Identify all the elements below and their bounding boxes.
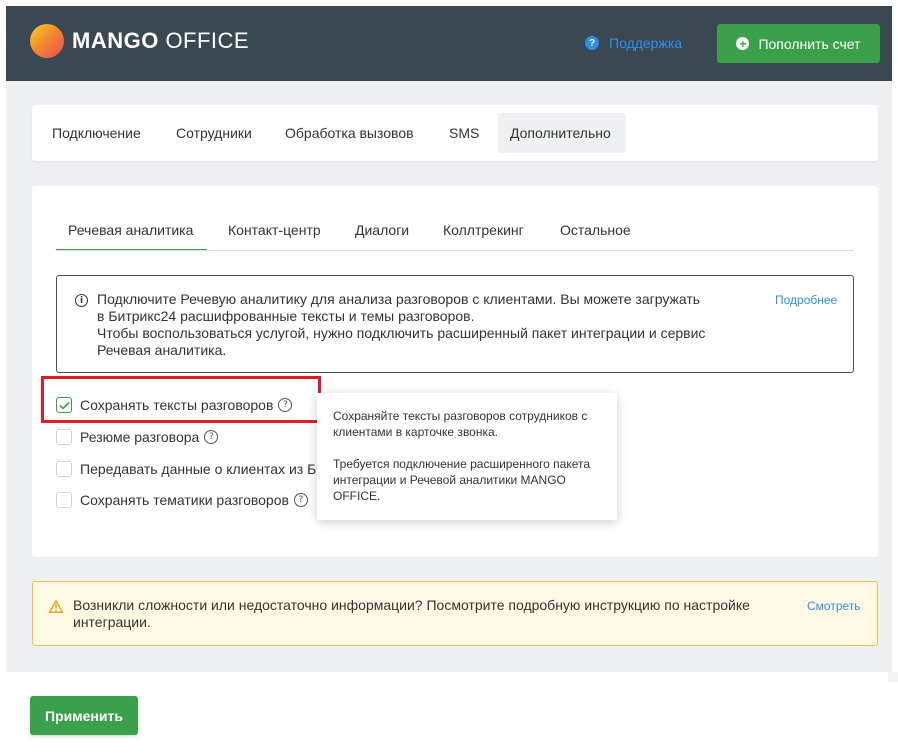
tab-call-processing[interactable]: Обработка вызовов xyxy=(273,113,426,153)
option-save-texts: Сохранять тексты разговоров ? xyxy=(56,397,293,413)
option-label: Сохранять тематики разговоров xyxy=(80,492,289,508)
summary-checkbox[interactable] xyxy=(56,429,72,445)
tab-additional[interactable]: Дополнительно xyxy=(498,113,626,153)
watch-link[interactable]: Смотреть xyxy=(807,599,861,613)
info-circle-icon: i xyxy=(75,294,88,307)
question-circle-icon[interactable]: ? xyxy=(278,398,293,412)
support-label: Поддержка xyxy=(609,35,683,51)
question-circle-icon[interactable]: ? xyxy=(204,430,219,444)
info-box: i Подключите Речевую аналитику для анали… xyxy=(56,275,854,373)
info-text: Подключите Речевую аналитику для анализа… xyxy=(97,291,706,358)
option-summary: Резюме разговора ? xyxy=(56,429,219,445)
support-link[interactable]: ? Поддержка xyxy=(585,35,682,51)
option-label: Передавать данные о клиентах из Б xyxy=(80,461,317,477)
subtabs-divider xyxy=(56,250,854,251)
subtab-speech-analytics[interactable]: Речевая аналитика xyxy=(56,215,207,251)
plus-circle-icon: + xyxy=(736,37,750,50)
app-window: MANGO OFFICE ? Поддержка + Пополнить сче… xyxy=(6,6,892,672)
topup-label: Пополнить счет xyxy=(758,35,861,52)
option-label: Сохранять тексты разговоров xyxy=(80,397,274,413)
scrollbar[interactable] xyxy=(888,672,898,682)
tooltip-text: Сохраняйте тексты разговоров сотрудников… xyxy=(333,409,588,439)
tooltip-note: Требуется подключение расширенного пакет… xyxy=(333,457,591,503)
save-texts-checkbox[interactable] xyxy=(56,397,72,413)
client-data-checkbox[interactable] xyxy=(56,461,72,477)
apply-button[interactable]: Применить xyxy=(30,696,138,735)
more-link[interactable]: Подробнее xyxy=(775,293,837,307)
option-label: Резюме разговора xyxy=(80,429,200,445)
warning-triangle-icon xyxy=(49,600,63,613)
subtab-calltracking[interactable]: Коллтрекинг xyxy=(443,215,524,251)
subtab-dialogs[interactable]: Диалоги xyxy=(355,215,409,251)
subtab-other[interactable]: Остальное xyxy=(560,215,631,251)
main-nav: Подключение Сотрудники Обработка вызовов… xyxy=(32,105,878,161)
mango-office-logo[interactable]: MANGO OFFICE xyxy=(30,24,249,58)
question-circle-icon[interactable]: ? xyxy=(293,493,308,507)
logo-text: MANGO OFFICE xyxy=(72,28,250,53)
option-client-data: Передавать данные о клиентах из Б xyxy=(56,461,316,477)
question-circle-icon: ? xyxy=(585,36,599,50)
save-topics-checkbox[interactable] xyxy=(56,492,72,508)
subtab-contact-center[interactable]: Контакт-центр xyxy=(228,215,321,251)
topup-button[interactable]: + Пополнить счет xyxy=(717,24,880,63)
header: MANGO OFFICE ? Поддержка + Пополнить сче… xyxy=(6,6,892,81)
warning-text: Возникли сложности или недостаточно инфо… xyxy=(73,597,750,630)
checkmark-icon xyxy=(58,401,70,410)
logo-circle-icon xyxy=(30,24,64,58)
warning-box: Возникли сложности или недостаточно инфо… xyxy=(32,581,878,646)
tab-connection[interactable]: Подключение xyxy=(40,113,153,153)
option-save-topics: Сохранять тематики разговоров ? xyxy=(56,492,308,508)
tab-sms[interactable]: SMS xyxy=(437,113,491,153)
tab-employees[interactable]: Сотрудники xyxy=(164,113,264,153)
tooltip: Сохраняйте тексты разговоров сотрудников… xyxy=(317,393,617,520)
